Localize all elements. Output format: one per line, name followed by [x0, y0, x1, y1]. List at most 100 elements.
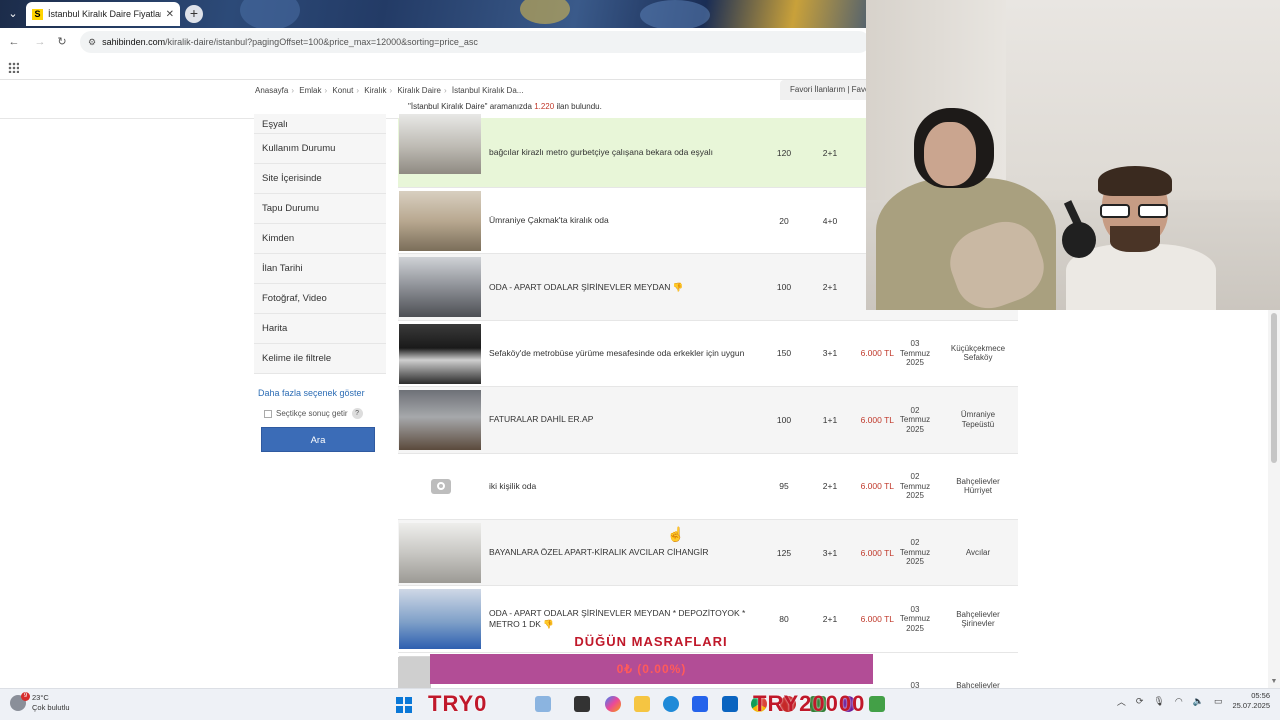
site-info-icon[interactable]: ⚙ [88, 37, 96, 48]
webcam-person-right-beard [1110, 226, 1160, 252]
listing-area: 120 [776, 147, 792, 158]
listing-thumbnail[interactable] [399, 457, 481, 517]
terminal-icon[interactable] [574, 696, 590, 712]
screen: ⌄ S İstanbul Kiralık Daire Fiyatları ve … [0, 0, 1280, 720]
notification-badge: 9 [21, 692, 30, 701]
windows-start-icon[interactable] [396, 697, 412, 713]
breadcrumb-item[interactable]: Konut [332, 86, 353, 95]
filter-map[interactable]: Harita [254, 314, 386, 344]
camera-icon [431, 478, 451, 494]
help-icon[interactable]: ? [351, 408, 363, 419]
new-tab-plus-icon[interactable]: + [185, 5, 203, 23]
listing-thumbnail[interactable] [399, 257, 481, 318]
balance-overlay-right: TRY20000 [753, 691, 866, 716]
address-bar[interactable]: ⚙ sahibinden.com/kiralik-daire/istanbul?… [80, 31, 870, 53]
back-arrow-icon[interactable]: ← [6, 34, 22, 50]
excel-icon[interactable] [869, 696, 885, 712]
listing-date: 02 Temmuz 2025 [899, 472, 931, 500]
scroll-down-arrow-icon[interactable]: ▼ [1270, 678, 1278, 686]
summary-text: "İstanbul Kiralık Daire" aramanızda [408, 102, 535, 111]
chevron-up-icon[interactable]: ︿ [1117, 695, 1126, 708]
filter-keyword[interactable]: Kelime ile filtrele [254, 344, 386, 374]
weather-condition: Çok bulutlu [32, 703, 70, 712]
tab-active[interactable]: S İstanbul Kiralık Daire Fiyatları ve ✕ [26, 2, 180, 26]
filter-from-whom[interactable]: Kimden [254, 224, 386, 254]
listing-thumbnail[interactable] [399, 191, 481, 251]
listing-title[interactable]: Ümraniye Çakmak'ta kiralık oda [489, 188, 764, 253]
more-options-link[interactable]: Daha fazla seçenek göster [258, 388, 386, 398]
filter-usage-status[interactable]: Kullanım Durumu [254, 134, 386, 164]
taskbar-app-icon[interactable] [535, 696, 551, 712]
listing-row[interactable]: iki kişilik oda 95 2+1 6.000 TL 02 Temmuz 20… [398, 453, 1018, 520]
file-explorer-icon[interactable] [634, 696, 650, 712]
listing-thumbnail[interactable] [399, 390, 481, 451]
copilot-icon[interactable] [605, 696, 621, 712]
battery-icon[interactable]: ▭ [1214, 696, 1223, 707]
tab-search-chevron-icon[interactable]: ⌄ [4, 6, 22, 22]
filter-deed-status[interactable]: Tapu Durumu [254, 194, 386, 224]
forward-arrow-icon[interactable]: → [32, 34, 48, 50]
listing-title[interactable]: Sefaköy'de metrobüse yürüme mesafesinde … [489, 321, 764, 386]
hand-cursor-icon: ☝ [667, 526, 685, 542]
listing-row[interactable]: BAYANLARA ÖZEL APART-KİRALIK AVCILAR CİH… [398, 519, 1018, 587]
url-path: /kiralik-daire/istanbul?pagingOffset=100… [165, 37, 478, 47]
donation-goal-title: DÜĞÜN MASRAFLARI [574, 634, 728, 649]
listing-location: Küçükçekmece Sefaköy [950, 343, 1006, 363]
listing-title[interactable]: FATURALAR DAHİL ER.AP [489, 387, 764, 452]
listing-price: 6.000 TL [860, 348, 894, 359]
filter-in-complex[interactable]: Site İçerisinde [254, 164, 386, 194]
microphone [1062, 222, 1096, 258]
weather-widget[interactable]: 9 23°C Çok bulutlu [10, 692, 70, 713]
listing-rooms: 3+1 [822, 547, 838, 558]
listing-area: 100 [776, 414, 792, 425]
url-domain: sahibinden.com [102, 37, 166, 47]
listing-row[interactable]: FATURALAR DAHİL ER.AP 100 1+1 6.000 TL 02 Te… [398, 387, 1018, 454]
listing-title[interactable]: iki kişilik oda [489, 454, 764, 519]
tab-title: İstanbul Kiralık Daire Fiyatları ve [48, 9, 161, 19]
wallpaper-swirl [240, 0, 300, 30]
webcam-person-right-hair [1098, 166, 1172, 196]
webcam-overlay [866, 0, 1280, 310]
breadcrumb-item[interactable]: Emlak [299, 86, 321, 95]
reload-icon[interactable]: ↻ [54, 34, 70, 50]
listing-title[interactable]: ODA - APART ODALAR ŞİRİNEVLER MEYDAN 👎 [489, 254, 764, 319]
breadcrumb-item[interactable]: Kiralık [364, 86, 386, 95]
listing-title[interactable]: bağcılar kirazlı metro gurbetçiye çalışa… [489, 118, 764, 187]
listing-rooms: 2+1 [822, 147, 838, 158]
temperature: 23°C [32, 693, 49, 702]
sync-icon[interactable]: ⟳ [1136, 696, 1144, 707]
listing-thumbnail-partial [398, 657, 430, 688]
system-clock[interactable]: 05:56 25.07.2025 [1232, 691, 1270, 711]
sahibinden-favicon: S [32, 8, 43, 20]
apps-grid-icon[interactable] [8, 62, 19, 73]
outlook-icon[interactable] [722, 696, 738, 712]
listing-row[interactable]: Sefaköy'de metrobüse yürüme mesafesinde … [398, 320, 1018, 388]
search-button[interactable]: Ara [261, 427, 375, 452]
breadcrumb: Anasayfa › Emlak › Konut › Kiralık › Kiralık… [255, 86, 524, 95]
scroll-thumb[interactable] [1271, 313, 1277, 463]
store-icon[interactable] [692, 696, 708, 712]
filter-listing-date[interactable]: İlan Tarihi [254, 254, 386, 284]
listing-date: 02 Temmuz 2025 [899, 538, 931, 567]
close-icon[interactable]: ✕ [166, 9, 174, 20]
edge-browser-icon[interactable] [663, 696, 679, 712]
filter-furnished[interactable]: Eşyalı [254, 114, 386, 134]
breadcrumb-item[interactable]: İstanbul Kiralık Da... [452, 86, 524, 95]
donation-progress-value: 0₺ (0.00%) [616, 662, 687, 676]
listing-location: Bahçelievler Hürriyet [956, 476, 1000, 496]
listing-date: 03 [910, 680, 920, 688]
listing-area: 100 [776, 282, 792, 293]
breadcrumb-item[interactable]: Anasayfa [255, 86, 288, 95]
breadcrumb-item[interactable]: Kiralık Daire [397, 86, 441, 95]
filter-photo-video[interactable]: Fotoğraf, Video [254, 284, 386, 314]
listing-thumbnail[interactable] [399, 114, 481, 174]
volume-icon[interactable]: 🔈 [1193, 696, 1204, 707]
checkbox-label: Seçtikçe sonuç getir [276, 409, 348, 418]
listing-thumbnail[interactable] [399, 522, 481, 583]
listing-date: 02 Temmuz 2025 [899, 405, 931, 434]
listing-title[interactable]: BAYANLARA ÖZEL APART-KİRALIK AVCILAR CİH… [489, 520, 764, 585]
microphone-icon[interactable]: 🎙 [1153, 696, 1164, 707]
listing-thumbnail[interactable] [399, 323, 481, 384]
auto-results-checkbox[interactable] [264, 409, 272, 418]
wifi-icon[interactable]: ◠ [1175, 696, 1183, 707]
